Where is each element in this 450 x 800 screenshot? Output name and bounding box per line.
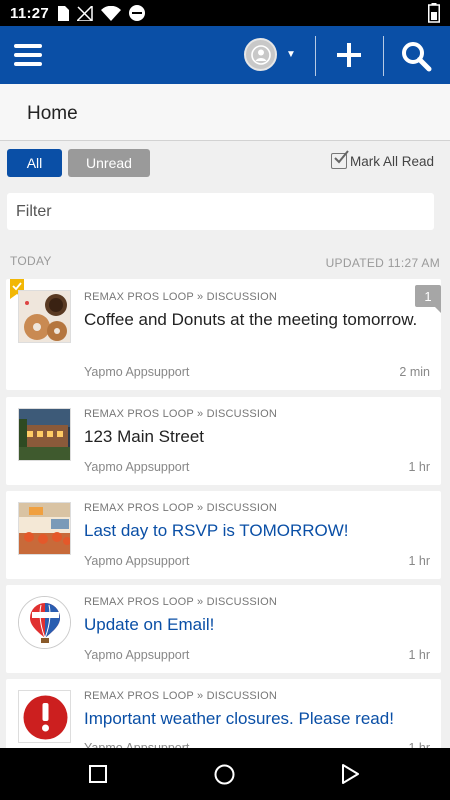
badge-tail bbox=[435, 307, 441, 313]
post-author: Yapmo Appsupport bbox=[84, 554, 190, 568]
post-title: Important weather closures. Please read! bbox=[84, 709, 394, 728]
post-title: Last day to RSVP is TOMORROW! bbox=[84, 521, 349, 540]
post-author: Yapmo Appsupport bbox=[84, 648, 190, 662]
section-today-label: TODAY bbox=[10, 254, 52, 268]
post-meta: REMAX PROS LOOP » DISCUSSION bbox=[84, 596, 278, 608]
post-meta: REMAX PROS LOOP » DISCUSSION bbox=[84, 408, 278, 420]
post-time: 2 min bbox=[399, 365, 430, 379]
search-button[interactable] bbox=[400, 40, 432, 72]
post-thumbnail-alert bbox=[18, 690, 71, 743]
feed-item[interactable]: REMAX PROS LOOP » DISCUSSION 123 Main St… bbox=[6, 397, 441, 485]
hamburger-icon[interactable] bbox=[14, 44, 42, 66]
battery-icon bbox=[428, 3, 440, 23]
add-button[interactable] bbox=[334, 40, 364, 70]
back-icon[interactable] bbox=[341, 764, 360, 784]
feed-item[interactable]: REMAX PROS LOOP » DISCUSSION Update on E… bbox=[6, 585, 441, 673]
user-avatar-icon bbox=[244, 38, 277, 71]
post-thumbnail-house bbox=[18, 408, 71, 461]
home-icon[interactable] bbox=[214, 764, 235, 785]
unread-filter-button[interactable]: Unread bbox=[68, 149, 150, 177]
app-bar-divider bbox=[315, 36, 316, 76]
post-meta: REMAX PROS LOOP » DISCUSSION bbox=[84, 502, 278, 514]
do-not-disturb-icon bbox=[129, 5, 146, 21]
status-time: 11:27 bbox=[10, 4, 50, 22]
all-filter-button[interactable]: All bbox=[7, 149, 62, 177]
post-title: Update on Email! bbox=[84, 615, 215, 634]
profile-menu-button[interactable]: ▼ bbox=[244, 38, 296, 71]
post-time: 1 hr bbox=[408, 460, 430, 474]
post-time: 1 hr bbox=[408, 554, 430, 568]
filter-input[interactable] bbox=[7, 193, 434, 230]
status-bar: 11:27 bbox=[0, 0, 450, 26]
recents-icon[interactable] bbox=[89, 765, 107, 783]
wifi-icon bbox=[101, 5, 122, 21]
post-thumbnail-coffee bbox=[18, 290, 71, 343]
post-time: 1 hr bbox=[408, 648, 430, 662]
feed-item[interactable]: REMAX PROS LOOP » DISCUSSION Coffee and … bbox=[6, 279, 441, 390]
checkbox-icon bbox=[330, 150, 349, 169]
post-thumbnail-balloon-logo bbox=[18, 596, 71, 649]
post-meta: REMAX PROS LOOP » DISCUSSION bbox=[84, 291, 278, 303]
feed-item[interactable]: REMAX PROS LOOP » DISCUSSION Last day to… bbox=[6, 491, 441, 579]
title-bar: Home bbox=[0, 84, 450, 141]
chevron-down-icon: ▼ bbox=[286, 49, 296, 60]
plus-icon bbox=[337, 43, 361, 67]
search-icon bbox=[402, 42, 432, 72]
comment-count-badge: 1 bbox=[415, 285, 441, 307]
post-title: Coffee and Donuts at the meeting tomorro… bbox=[84, 310, 418, 329]
post-author: Yapmo Appsupport bbox=[84, 365, 190, 379]
post-thumbnail-event bbox=[18, 502, 71, 555]
section-updated-label: UPDATED 11:27 AM bbox=[325, 256, 440, 270]
sim-card-icon bbox=[58, 5, 70, 21]
post-title: 123 Main Street bbox=[84, 427, 205, 446]
status-notification-icons bbox=[57, 5, 146, 21]
post-author: Yapmo Appsupport bbox=[84, 460, 190, 474]
no-signal-icon bbox=[77, 5, 93, 21]
system-nav-bar bbox=[0, 748, 450, 800]
post-meta: REMAX PROS LOOP » DISCUSSION bbox=[84, 690, 278, 702]
app-bar-divider bbox=[383, 36, 384, 76]
mark-all-read-button[interactable]: Mark All Read bbox=[330, 150, 434, 169]
mark-all-read-label: Mark All Read bbox=[349, 153, 434, 169]
page-title: Home bbox=[27, 103, 78, 124]
app-bar: ▼ bbox=[0, 26, 450, 84]
